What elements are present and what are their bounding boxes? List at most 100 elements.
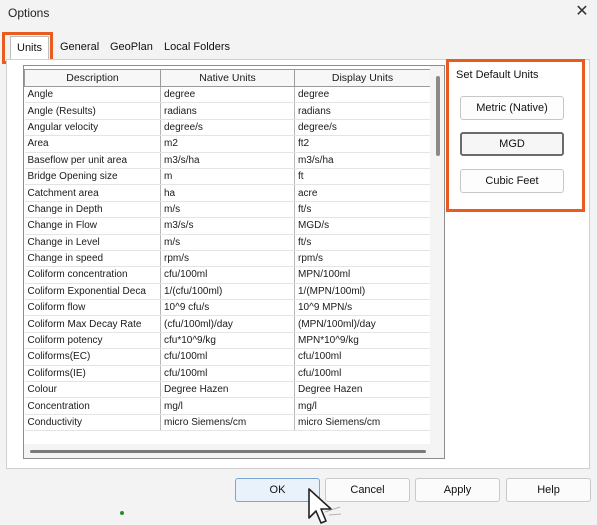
cell-display-units[interactable]: mg/l — [294, 397, 431, 415]
cell-native-units[interactable]: m/s — [160, 201, 295, 219]
cell-display-units[interactable]: ft/s — [294, 201, 431, 219]
table-row[interactable]: Baseflow per unit area m3/s/ha m3/s/ha — [24, 152, 431, 169]
cell-display-units[interactable]: MGD/s — [294, 217, 431, 235]
column-header-native-units[interactable]: Native Units — [160, 69, 295, 87]
cell-description[interactable]: Change in Flow — [24, 217, 161, 235]
cell-display-units[interactable]: (MPN/100ml)/day — [294, 315, 431, 333]
cell-display-units[interactable]: ft/s — [294, 234, 431, 251]
cell-description[interactable]: Colour — [24, 381, 161, 399]
cell-display-units[interactable]: acre — [294, 184, 431, 202]
cell-native-units[interactable]: mg/l — [160, 397, 295, 415]
table-row[interactable]: Angle (Results) radians radians — [24, 102, 431, 120]
cell-description[interactable]: Change in Level — [24, 234, 161, 251]
cell-description[interactable]: Coliforms(EC) — [24, 348, 161, 366]
cell-description[interactable]: Angular velocity — [24, 119, 161, 137]
cell-description[interactable]: Coliform Max Decay Rate — [24, 315, 161, 333]
vertical-scroll-thumb[interactable] — [436, 76, 440, 156]
table-row[interactable]: Change in Flow m3/s/s MGD/s — [24, 217, 431, 235]
cell-description[interactable]: Conductivity — [24, 414, 161, 432]
cell-description[interactable]: Concentration — [24, 397, 161, 415]
cell-native-units[interactable]: m — [160, 168, 295, 186]
table-row[interactable]: Area m2 ft2 — [24, 135, 431, 153]
cell-description[interactable]: Coliforms(IE) — [24, 365, 161, 383]
cell-description[interactable]: Change in speed — [24, 250, 161, 268]
cell-display-units[interactable]: MPN*10^9/kg — [294, 332, 431, 350]
table-row[interactable]: Change in Level m/s ft/s — [24, 234, 431, 251]
horizontal-scroll-thumb[interactable] — [30, 450, 426, 453]
cell-description[interactable]: Angle — [24, 86, 161, 104]
table-row[interactable]: Change in speed rpm/s rpm/s — [24, 250, 431, 268]
tab-geoplan[interactable]: GeoPlan — [108, 36, 155, 58]
apply-button[interactable]: Apply — [415, 478, 500, 502]
cell-description[interactable]: Baseflow per unit area — [24, 152, 161, 169]
cell-native-units[interactable]: m2 — [160, 135, 295, 153]
cell-description[interactable]: Coliform Exponential Deca — [24, 283, 161, 301]
tab-local-folders[interactable]: Local Folders — [162, 36, 232, 58]
cell-native-units[interactable]: radians — [160, 102, 295, 120]
cell-description[interactable]: Change in Depth — [24, 201, 161, 219]
cell-description[interactable]: Bridge Opening size — [24, 168, 161, 186]
cell-display-units[interactable]: m3/s/ha — [294, 152, 431, 169]
cell-native-units[interactable]: m/s — [160, 234, 295, 251]
tab-units[interactable]: Units — [10, 36, 50, 59]
cell-native-units[interactable]: micro Siemens/cm — [160, 414, 295, 432]
cell-native-units[interactable]: m3/s/s — [160, 217, 295, 235]
table-row[interactable]: Coliform Max Decay Rate (cfu/100ml)/day (M… — [24, 315, 431, 333]
cell-display-units[interactable]: degree/s — [294, 119, 431, 137]
cell-description[interactable]: Area — [24, 135, 161, 153]
cell-display-units[interactable]: cfu/100ml — [294, 348, 431, 366]
cell-native-units[interactable]: cfu/100ml — [160, 365, 295, 383]
cell-description[interactable]: Catchment area — [24, 184, 161, 202]
cell-native-units[interactable]: (cfu/100ml)/day — [160, 315, 295, 333]
tab-general[interactable]: General — [58, 36, 101, 58]
column-header-description[interactable]: Description — [24, 69, 161, 87]
table-row[interactable]: Conductivity micro Siemens/cm micro Siemen… — [24, 414, 431, 432]
help-button[interactable]: Help — [506, 478, 591, 502]
cell-native-units[interactable]: cfu/100ml — [160, 266, 295, 284]
cell-display-units[interactable]: radians — [294, 102, 431, 120]
cell-display-units[interactable]: cfu/100ml — [294, 365, 431, 383]
cell-display-units[interactable]: MPN/100ml — [294, 266, 431, 284]
table-row[interactable]: Change in Depth m/s ft/s — [24, 201, 431, 219]
cell-native-units[interactable]: ha — [160, 184, 295, 202]
cell-display-units[interactable]: 10^9 MPN/s — [294, 299, 431, 317]
table-row[interactable]: Coliforms(EC) cfu/100ml cfu/100ml — [24, 348, 431, 366]
cell-display-units[interactable]: ft — [294, 168, 431, 186]
cubic-feet-button[interactable]: Cubic Feet — [460, 169, 564, 193]
vertical-scrollbar[interactable] — [430, 66, 444, 444]
cell-native-units[interactable]: degree/s — [160, 119, 295, 137]
table-row[interactable]: Bridge Opening size m ft — [24, 168, 431, 186]
cell-description[interactable]: Coliform concentration — [24, 266, 161, 284]
close-icon[interactable]: ✕ — [570, 2, 594, 22]
table-row[interactable]: Coliform concentration cfu/100ml MPN/100ml — [24, 266, 431, 284]
table-row[interactable]: Concentration mg/l mg/l — [24, 397, 431, 415]
table-row[interactable]: Coliform flow 10^9 cfu/s 10^9 MPN/s — [24, 299, 431, 317]
cell-description[interactable]: Coliform flow — [24, 299, 161, 317]
cell-display-units[interactable]: rpm/s — [294, 250, 431, 268]
cell-native-units[interactable]: 10^9 cfu/s — [160, 299, 295, 317]
cell-display-units[interactable]: micro Siemens/cm — [294, 414, 431, 432]
metric-native-button[interactable]: Metric (Native) — [460, 96, 564, 120]
mgd-button[interactable]: MGD — [460, 132, 564, 156]
cell-display-units[interactable]: 1/(MPN/100ml) — [294, 283, 431, 301]
cell-native-units[interactable]: Degree Hazen — [160, 381, 295, 399]
cell-display-units[interactable]: ft2 — [294, 135, 431, 153]
cell-description[interactable]: Coliform potency — [24, 332, 161, 350]
table-row[interactable]: Angle degree degree — [24, 86, 431, 104]
cell-native-units[interactable]: m3/s/ha — [160, 152, 295, 169]
table-row[interactable]: Coliforms(IE) cfu/100ml cfu/100ml — [24, 365, 431, 383]
units-grid[interactable]: Description Native Units Display Units A… — [23, 65, 445, 459]
cell-native-units[interactable]: cfu*10^9/kg — [160, 332, 295, 350]
table-row[interactable]: Angular velocity degree/s degree/s — [24, 119, 431, 137]
table-row[interactable]: Catchment area ha acre — [24, 184, 431, 202]
table-row[interactable]: Coliform Exponential Deca 1/(cfu/100ml) 1/… — [24, 283, 431, 301]
cell-native-units[interactable]: cfu/100ml — [160, 348, 295, 366]
column-header-display-units[interactable]: Display Units — [294, 69, 431, 87]
table-row[interactable]: Coliform potency cfu*10^9/kg MPN*10^9/kg — [24, 332, 431, 350]
cell-native-units[interactable]: degree — [160, 86, 295, 104]
cell-display-units[interactable]: degree — [294, 86, 431, 104]
cell-native-units[interactable]: rpm/s — [160, 250, 295, 268]
table-row[interactable]: Colour Degree Hazen Degree Hazen — [24, 381, 431, 399]
cell-description[interactable]: Angle (Results) — [24, 102, 161, 120]
horizontal-scrollbar[interactable] — [24, 444, 444, 458]
